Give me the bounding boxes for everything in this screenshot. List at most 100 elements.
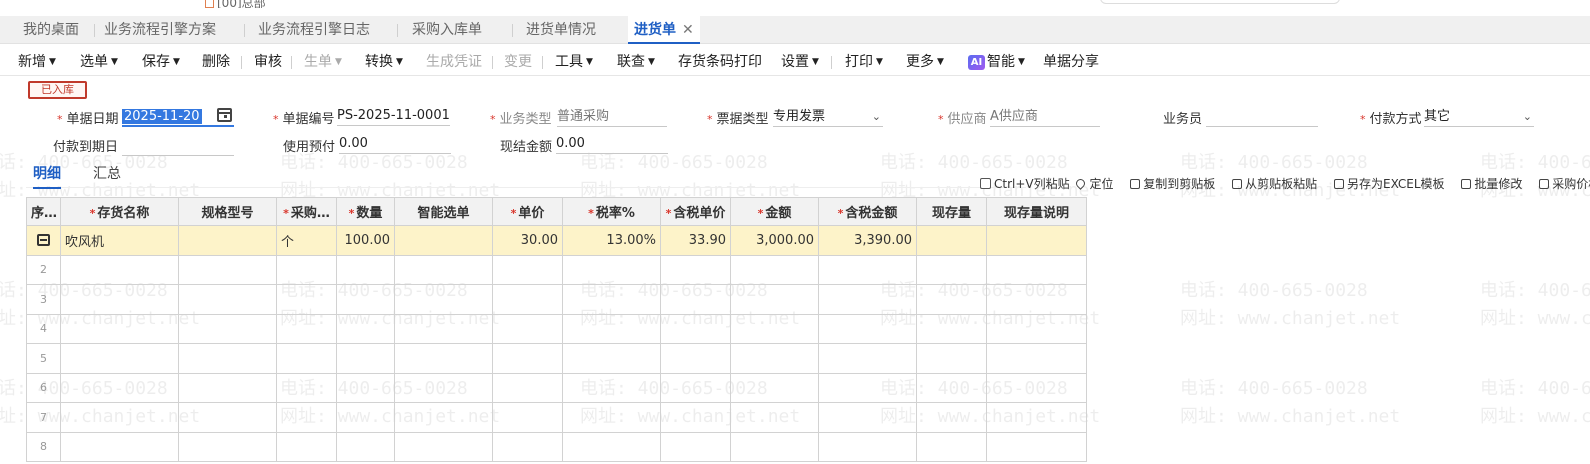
cell-tax-amount[interactable]: 3,390.00 — [818, 225, 917, 256]
toolbar: 新增 ▼ 选单 ▼ 保存 ▼ 删除 审核 生单 ▼ 转换 ▼ 生成凭证 变更 工具 ▼ 联查… — [0, 44, 1590, 76]
cell-unit[interactable]: 个 — [276, 225, 337, 256]
col-header-name[interactable]: * 存货名称 — [60, 197, 179, 226]
tab-purchase-inbound[interactable]: 采购入库单 — [406, 16, 488, 44]
pay-method-label: * 付款方式 — [1360, 112, 1422, 127]
detail-grid: 序号 * 存货名称 规格型号 * 采购… * 数量 智能选单 * 单价 * 税率% * 含税… — [26, 197, 1087, 462]
watermark-phone: 电话: 400-665-0028 — [1480, 152, 1590, 173]
tab-summary[interactable]: 汇总 — [93, 163, 121, 183]
col-header-stock-note[interactable]: 现存量说明 — [986, 197, 1087, 226]
smart-button[interactable]: AI 智能 ▼ — [968, 51, 1025, 71]
pay-due-label: 付款到期日 — [53, 140, 119, 155]
row-number: 3 — [26, 284, 61, 315]
chevron-down-icon: ▼ — [1018, 57, 1025, 67]
share-button[interactable]: 单据分享 — [1043, 51, 1099, 71]
cell-stock — [916, 225, 987, 256]
table-row[interactable]: 2 — [26, 254, 1087, 285]
grid-tools: Ctrl+V列粘贴 定位 复制到剪贴板 从剪贴板粘贴 另存为EXCEL模板 批量… — [980, 175, 1590, 191]
select-doc-button[interactable]: 选单 ▼ — [80, 51, 118, 71]
print-button[interactable]: 打印 ▼ — [845, 51, 883, 71]
col-header-amount[interactable]: * 金额 — [730, 197, 819, 226]
col-header-tax-rate[interactable]: * 税率% — [562, 197, 661, 226]
save-excel-button[interactable]: 另存为EXCEL模板 — [1333, 175, 1445, 192]
cell-tax-rate[interactable]: 13.00% — [562, 225, 661, 256]
row-number: 6 — [26, 372, 61, 403]
close-icon[interactable]: ✕ — [682, 22, 694, 38]
save-button[interactable]: 保存 ▼ — [142, 51, 180, 71]
edit-icon — [1461, 179, 1472, 189]
table-row[interactable]: 3 — [26, 284, 1087, 315]
grid-header-row: 序号 * 存货名称 规格型号 * 采购… * 数量 智能选单 * 单价 * 税率% * 含税… — [26, 197, 1087, 226]
pay-method-select[interactable]: 其它 ⌄ — [1424, 107, 1534, 127]
cell-stock-note — [986, 225, 1087, 256]
col-header-seq: 序号 — [26, 197, 61, 226]
pay-due-field[interactable] — [122, 136, 234, 156]
supplier-label: * 供应商 — [938, 112, 987, 127]
generate-button[interactable]: 生单 ▼ — [304, 51, 342, 71]
row-menu-icon[interactable] — [37, 234, 50, 247]
col-header-stock[interactable]: 现存量 — [916, 197, 987, 226]
tab-desktop[interactable]: 我的桌面 — [17, 16, 85, 44]
cell-spec[interactable] — [178, 225, 277, 256]
row-number: 7 — [26, 402, 61, 433]
cell-name[interactable]: 吹风机 — [60, 225, 179, 256]
watermark-site: 网址: www.chanjet.net — [1180, 308, 1401, 329]
more-button[interactable]: 更多 ▼ — [906, 51, 944, 71]
change-button[interactable]: 变更 — [504, 51, 532, 71]
batch-edit-button[interactable]: 批量修改 — [1461, 175, 1522, 192]
tab-purchase-status[interactable]: 进货单情况 — [520, 16, 602, 44]
col-header-tax-amount[interactable]: * 含税金额 — [818, 197, 917, 226]
purchase-price-button[interactable]: 采购价格 — [1539, 175, 1590, 192]
col-header-price[interactable]: * 单价 — [492, 197, 563, 226]
biz-type-label: * 业务类型 — [490, 112, 552, 127]
save-icon — [1333, 179, 1344, 189]
invoice-type-select[interactable]: 专用发票 ⌄ — [773, 107, 883, 127]
copy-clipboard-button[interactable]: 复制到剪贴板 — [1130, 175, 1215, 192]
chevron-down-icon: ⌄ — [1522, 110, 1532, 123]
tools-button[interactable]: 工具 ▼ — [555, 51, 593, 71]
table-row[interactable]: 5 — [26, 343, 1087, 374]
new-button[interactable]: 新增 ▼ — [18, 51, 56, 71]
paste-clipboard-button[interactable]: 从剪贴板粘贴 — [1232, 175, 1317, 192]
tab-workflow-log[interactable]: 业务流程引擎日志 — [252, 16, 376, 44]
cell-qty[interactable]: 100.00 — [336, 225, 395, 256]
table-row[interactable]: 6 — [26, 372, 1087, 403]
salesman-field[interactable] — [1206, 107, 1318, 127]
tab-detail[interactable]: 明细 — [33, 163, 61, 189]
org-fragment: [00]总部 — [205, 0, 266, 8]
col-header-tax-price[interactable]: * 含税单价 — [660, 197, 731, 226]
cell-tax-price[interactable]: 33.90 — [660, 225, 731, 256]
code-field[interactable]: PS-2025-11-0001 — [337, 106, 450, 126]
barcode-print-button[interactable]: 存货条码打印 — [678, 51, 762, 71]
col-header-unit[interactable]: * 采购… — [276, 197, 337, 226]
table-row[interactable]: 7 — [26, 402, 1087, 433]
cash-field[interactable]: 0.00 — [556, 134, 668, 154]
table-row[interactable]: 4 — [26, 313, 1087, 344]
delete-button[interactable]: 删除 — [202, 51, 230, 71]
locate-button[interactable]: 定位 — [1074, 175, 1113, 192]
gen-voucher-button[interactable]: 生成凭证 — [426, 51, 482, 71]
paste-col-toggle[interactable]: Ctrl+V列粘贴 — [980, 175, 1070, 192]
convert-button[interactable]: 转换 ▼ — [365, 51, 403, 71]
audit-button[interactable]: 审核 — [254, 51, 282, 71]
tab-purchase-order[interactable]: 进货单 ✕ — [628, 16, 700, 44]
watermark-phone: 电话: 400-665-0028 — [880, 152, 1068, 173]
col-header-qty[interactable]: * 数量 — [336, 197, 395, 226]
cell-price[interactable]: 30.00 — [492, 225, 563, 256]
chevron-down-icon: ▼ — [648, 57, 655, 67]
salesman-label: 业务员 — [1163, 112, 1203, 127]
tab-bar: 我的桌面 业务流程引擎方案 业务流程引擎日志 采购入库单 进货单情况 进货单 ✕ — [0, 16, 1590, 44]
prepay-field[interactable]: 0.00 — [339, 134, 451, 154]
row-menu-cell[interactable] — [26, 225, 61, 256]
calendar-icon[interactable] — [217, 108, 232, 122]
col-header-spec[interactable]: 规格型号 — [178, 197, 277, 226]
settings-button[interactable]: 设置 ▼ — [781, 51, 819, 71]
tab-workflow-scheme[interactable]: 业务流程引擎方案 — [98, 16, 222, 44]
chevron-down-icon: ▼ — [812, 57, 819, 67]
link-query-button[interactable]: 联查 ▼ — [617, 51, 655, 71]
table-row[interactable]: 吹风机 个 100.00 30.00 13.00% 33.90 3,000.00… — [26, 225, 1087, 256]
col-header-smart[interactable]: 智能选单 — [394, 197, 493, 226]
cell-smart[interactable] — [394, 225, 493, 256]
cell-amount[interactable]: 3,000.00 — [730, 225, 819, 256]
table-row[interactable]: 8 — [26, 431, 1087, 462]
chevron-down-icon: ▼ — [335, 57, 342, 67]
